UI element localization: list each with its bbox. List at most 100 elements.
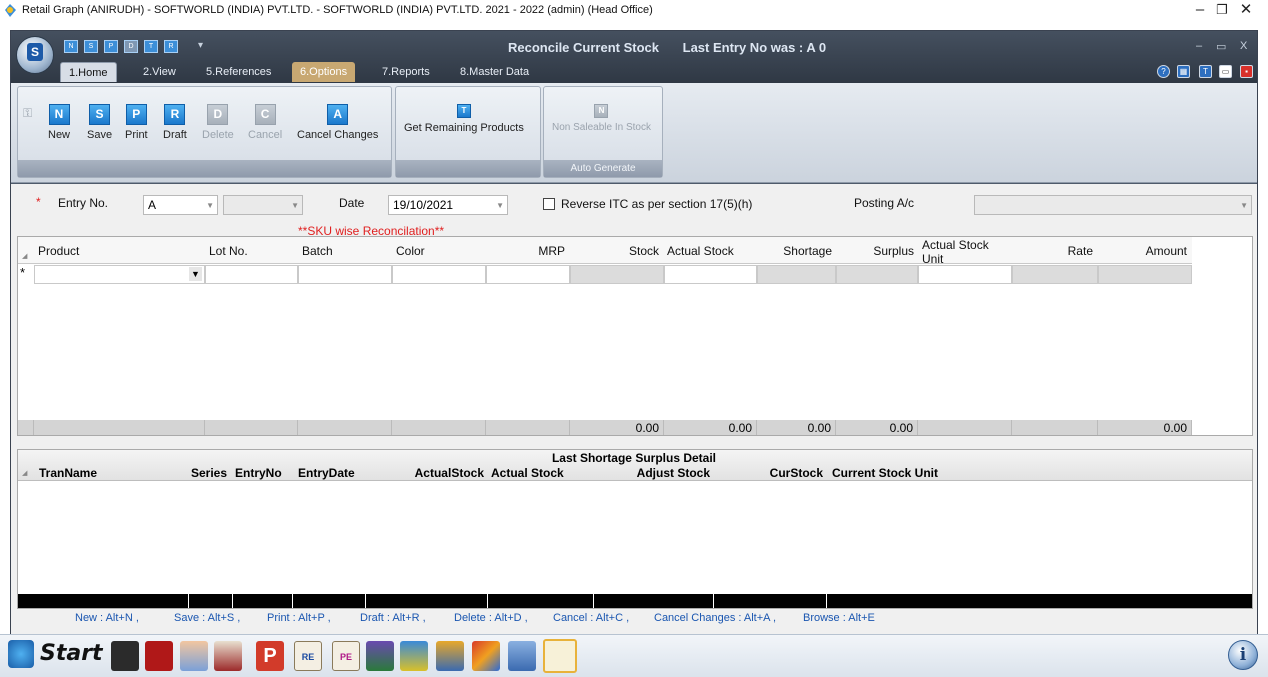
- col-tranname[interactable]: TranName: [39, 466, 97, 480]
- qat-print-icon[interactable]: P: [104, 40, 118, 53]
- tab-home[interactable]: 1.Home: [60, 62, 117, 82]
- p-icon[interactable]: P: [256, 641, 284, 671]
- printer-icon[interactable]: [508, 641, 536, 671]
- mrp-cell[interactable]: [486, 265, 570, 284]
- col-actualstock[interactable]: ActualStock: [370, 466, 484, 480]
- col-entryno[interactable]: EntryNo: [235, 466, 282, 480]
- bag-icon[interactable]: [366, 641, 394, 671]
- qat-dropdown-icon[interactable]: ▾: [198, 40, 203, 51]
- cancel-changes-label: Cancel Changes: [297, 129, 379, 141]
- re-clipboard-icon[interactable]: RE: [294, 641, 322, 671]
- new-label: New: [48, 129, 71, 141]
- delete-button[interactable]: D Delete: [202, 104, 234, 141]
- draft-button[interactable]: R Draft: [163, 104, 187, 141]
- color-cell[interactable]: [392, 265, 486, 284]
- col-shortage[interactable]: Shortage: [757, 238, 832, 264]
- cancel-icon: C: [254, 104, 276, 125]
- batch-cell[interactable]: [298, 265, 392, 284]
- close-button[interactable]: ✕: [1226, 0, 1266, 22]
- col-color[interactable]: Color: [396, 238, 425, 264]
- col-amount[interactable]: Amount: [1098, 238, 1187, 264]
- col-surplus[interactable]: Surplus: [836, 238, 914, 264]
- red-book-icon[interactable]: [145, 641, 173, 671]
- posting-ac-combo[interactable]: ▼: [974, 195, 1252, 215]
- get-remaining-products-button[interactable]: T Get Remaining Products: [404, 104, 524, 134]
- entry-series-combo[interactable]: A ▼: [143, 195, 218, 215]
- qat-draft-icon[interactable]: R: [164, 40, 178, 53]
- save-button[interactable]: S Save: [87, 104, 112, 141]
- actual-stock-unit-cell[interactable]: [918, 265, 1012, 284]
- remaining-icon: T: [456, 104, 471, 118]
- qat-save-icon[interactable]: S: [84, 40, 98, 53]
- col-rate[interactable]: Rate: [1012, 238, 1093, 264]
- window-icon[interactable]: ▭: [1219, 65, 1232, 78]
- tab-reports[interactable]: 7.Reports: [374, 62, 438, 82]
- screen-title: Reconcile Current Stock: [508, 40, 659, 55]
- entry-no-label: Entry No.: [58, 196, 109, 210]
- col-current-stock-unit[interactable]: Current Stock Unit: [832, 466, 938, 480]
- reverse-itc-checkbox[interactable]: [543, 198, 555, 210]
- book-icon[interactable]: [111, 641, 139, 671]
- pe-clipboard-icon[interactable]: PE: [332, 641, 360, 671]
- qat-new-icon[interactable]: N: [64, 40, 78, 53]
- start-logo-icon: [8, 640, 34, 668]
- tab-view[interactable]: 2.View: [135, 62, 184, 82]
- notes-icon[interactable]: T: [1199, 65, 1212, 78]
- col-lot-no[interactable]: Lot No.: [209, 238, 248, 264]
- cancel-button[interactable]: C Cancel: [248, 104, 282, 141]
- col-stock[interactable]: Stock: [570, 238, 659, 264]
- calendar-dropdown-icon: ▼: [496, 201, 504, 210]
- calculator-icon[interactable]: ▦: [1177, 65, 1190, 78]
- entry-number-combo[interactable]: ▼: [223, 195, 303, 215]
- date-picker[interactable]: 19/10/2021 ▼: [388, 195, 508, 215]
- col-series[interactable]: Series: [191, 466, 227, 480]
- required-marker: *: [36, 195, 41, 209]
- pdf-icon[interactable]: ▪: [1240, 65, 1253, 78]
- col-entrydate[interactable]: EntryDate: [298, 466, 355, 480]
- col-actual-stock[interactable]: Actual Stock: [667, 238, 734, 264]
- col-actual-stock-unit[interactable]: Actual Stock Unit: [922, 238, 1010, 263]
- stock-icon[interactable]: [543, 639, 577, 673]
- total-shortage: 0.00: [757, 420, 836, 435]
- cancel-changes-button[interactable]: A Cancel Changes: [297, 104, 378, 141]
- lock-icon[interactable]: ⚿: [23, 106, 37, 120]
- shapes-icon[interactable]: [472, 641, 500, 671]
- shortcut-draft: Draft : Alt+R ,: [360, 612, 426, 624]
- start-button[interactable]: Start: [8, 640, 103, 668]
- print-button[interactable]: P Print: [125, 104, 148, 141]
- col-curstock[interactable]: CurStock: [715, 466, 823, 480]
- save-icon: S: [89, 104, 111, 125]
- col-mrp[interactable]: MRP: [487, 238, 565, 264]
- tab-master-data[interactable]: 8.Master Data: [452, 62, 537, 82]
- info-icon[interactable]: i: [1228, 640, 1258, 670]
- col-product[interactable]: Product: [38, 238, 79, 264]
- tab-options[interactable]: 6.Options: [292, 62, 356, 82]
- app-close-button[interactable]: X: [1240, 40, 1247, 52]
- actual-stock-cell[interactable]: [664, 265, 757, 284]
- amount-cell: [1098, 265, 1192, 284]
- col-adjust-stock[interactable]: Adjust Stock: [595, 466, 710, 480]
- qat-delete-icon[interactable]: D: [124, 40, 138, 53]
- app-orb-button[interactable]: S: [16, 36, 54, 74]
- app-maximize-button[interactable]: ▭: [1216, 40, 1226, 53]
- non-saleable-button[interactable]: N Non Saleable In Stock: [552, 104, 651, 133]
- help-icon[interactable]: ?: [1157, 65, 1170, 78]
- chevron-down-icon: ▼: [206, 201, 214, 210]
- cash-icon[interactable]: [214, 641, 242, 671]
- tab-references[interactable]: 5.References: [198, 62, 279, 82]
- col-actual-stock[interactable]: Actual Stock: [491, 466, 564, 480]
- qat-remaining-icon[interactable]: T: [144, 40, 158, 53]
- transfer-icon[interactable]: [400, 641, 428, 671]
- coin-icon[interactable]: [436, 641, 464, 671]
- app-minimize-button[interactable]: –: [1196, 40, 1202, 52]
- product-cell[interactable]: [34, 265, 205, 284]
- non-saleable-label: Non Saleable In Stock: [552, 122, 651, 133]
- col-batch[interactable]: Batch: [302, 238, 333, 264]
- new-button[interactable]: N New: [48, 104, 70, 141]
- print-icon: P: [125, 104, 147, 125]
- lot-no-cell[interactable]: [205, 265, 298, 284]
- total-amount: 0.00: [1098, 420, 1192, 435]
- chevron-down-icon: ▼: [291, 201, 299, 210]
- user-icon[interactable]: [180, 641, 208, 671]
- product-dropdown-icon[interactable]: ▼: [189, 267, 202, 281]
